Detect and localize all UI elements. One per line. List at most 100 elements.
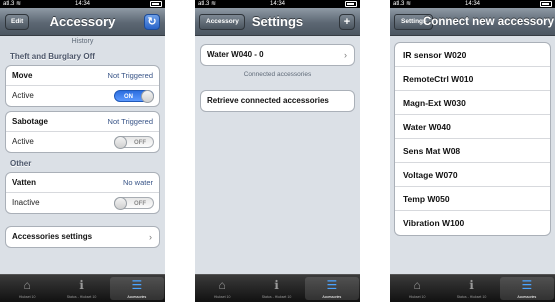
- connect-accessory-screen: atl.3 ≋ 14:34 Settings Connect new acces…: [390, 0, 555, 302]
- vatten-row: Vatten No water: [6, 173, 159, 193]
- connected-accessories-label: Connected accessories: [243, 71, 312, 78]
- list-item-label: IR sensor W020: [403, 50, 467, 60]
- list-item-label: Water W040: [403, 122, 451, 132]
- sabotage-active-row: Active OFF: [6, 132, 159, 152]
- tab-bar: ⌂ Hiukset 10 ℹ Status - Hiukset 10 ☰ Access…: [195, 274, 360, 302]
- refresh-icon: ↻: [147, 16, 157, 28]
- info-icon: ℹ: [79, 278, 84, 292]
- list-item[interactable]: Voltage W070: [395, 163, 550, 187]
- vatten-label: Vatten: [12, 178, 37, 187]
- add-button[interactable]: +: [339, 14, 355, 30]
- home-icon: ⌂: [218, 278, 226, 292]
- list-item-label: Sens Mat W08: [403, 146, 461, 156]
- tab-status[interactable]: ℹ Status - Hiukset 10: [249, 275, 303, 302]
- status-bar: atl.3 ≋ 14:34: [195, 0, 360, 8]
- accessory-list: IR sensor W020 RemoteCtrl W010 Magn-Ext …: [394, 42, 551, 236]
- tab-label: Hiukset 10: [213, 295, 231, 299]
- settings-group: Accessories settings ›: [5, 226, 160, 248]
- tab-bar: ⌂ Hiukset 10 ℹ Status - Hiukset 10 ☰ Access…: [390, 274, 555, 302]
- tab-status[interactable]: ℹ Status - Hiukset 10: [444, 275, 498, 302]
- tab-accessories[interactable]: ☰ Accessories: [304, 277, 359, 300]
- list-item[interactable]: Sens Mat W08: [395, 139, 550, 163]
- list-item[interactable]: Water W040: [395, 115, 550, 139]
- battery-icon: [150, 1, 162, 7]
- tab-label: Accessories: [517, 295, 537, 299]
- section-title-theft: Theft and Burglary Off: [10, 52, 95, 61]
- theft-group: Move Not Triggered Active ON: [5, 65, 160, 107]
- list-item[interactable]: IR sensor W020: [395, 43, 550, 67]
- page-title: Connect new accessory: [422, 16, 555, 28]
- tab-accessories[interactable]: ☰ Accessories: [109, 277, 164, 300]
- settings-screen: atl.3 ≋ 14:34 Accessory Settings + Water…: [195, 0, 360, 302]
- list-item-label: Temp W050: [403, 194, 450, 204]
- tab-label: Status - Hiukset 10: [66, 295, 97, 299]
- toggle-text: OFF: [134, 201, 146, 207]
- page-title: Settings: [251, 14, 304, 29]
- accessory-screen: atl.3 ≋ 14:34 Edit Accessory ↻ History T…: [0, 0, 165, 302]
- accessories-settings-row[interactable]: Accessories settings ›: [6, 227, 159, 247]
- list-item[interactable]: Vibration W100: [395, 211, 550, 235]
- list-item-label: RemoteCtrl W010: [403, 74, 474, 84]
- battery-icon: [540, 1, 552, 7]
- page-title: Accessory: [49, 14, 116, 29]
- tab-label: Accessories: [127, 295, 147, 299]
- info-icon: ℹ: [469, 278, 474, 292]
- tab-home[interactable]: ⌂ Hiukset 10: [0, 275, 54, 302]
- other-group: Vatten No water Inactive OFF: [5, 172, 160, 214]
- list-item[interactable]: Temp W050: [395, 187, 550, 211]
- nav-bar: Edit Accessory ↻: [0, 8, 165, 36]
- chevron-right-icon: ›: [149, 232, 152, 242]
- tab-label: Hiukset 10: [408, 295, 426, 299]
- refresh-button[interactable]: ↻: [144, 14, 160, 30]
- section-title-other: Other: [10, 159, 32, 168]
- home-icon: ⌂: [413, 278, 421, 292]
- sabotage-label: Sabotage: [12, 117, 49, 126]
- tab-label: Status - Hiukset 10: [456, 295, 487, 299]
- list-icon: ☰: [326, 278, 338, 292]
- tab-label: Status - Hiukset 10: [261, 295, 292, 299]
- tab-accessories[interactable]: ☰ Accessories: [499, 277, 554, 300]
- device-row[interactable]: Water W040 - 0 ›: [201, 45, 354, 65]
- list-item[interactable]: RemoteCtrl W010: [395, 67, 550, 91]
- chevron-right-icon: ›: [344, 50, 347, 60]
- battery-icon: [345, 1, 357, 7]
- sabotage-group: Sabotage Not Triggered Active OFF: [5, 111, 160, 153]
- list-icon: ☰: [131, 278, 143, 292]
- tab-bar: ⌂ Hiukset 10 ℹ Status - Hiukset 10 ☰ Access…: [0, 274, 165, 302]
- accessories-settings-label: Accessories settings: [12, 232, 93, 241]
- device-label: Water W040 - 0: [207, 50, 264, 59]
- toggle-knob: [141, 90, 154, 103]
- vatten-active-label: Inactive: [12, 198, 40, 207]
- vatten-status: No water: [122, 178, 153, 187]
- move-active-toggle[interactable]: ON: [114, 90, 154, 103]
- move-label: Move: [12, 71, 33, 80]
- nav-bar: Accessory Settings +: [195, 8, 360, 36]
- sabotage-active-toggle[interactable]: OFF: [114, 136, 154, 149]
- list-item[interactable]: Magn-Ext W030: [395, 91, 550, 115]
- toggle-knob: [114, 197, 127, 210]
- move-active-row: Active ON: [6, 86, 159, 106]
- status-bar: atl.3 ≋ 14:34: [390, 0, 555, 8]
- vatten-active-row: Inactive OFF: [6, 193, 159, 213]
- status-time: 14:34: [464, 1, 480, 7]
- toggle-knob: [114, 136, 127, 149]
- history-link[interactable]: History: [0, 37, 165, 47]
- list-icon: ☰: [521, 278, 533, 292]
- retrieve-group: Retrieve connected accessories: [200, 90, 355, 112]
- list-item-label: Magn-Ext W030: [403, 98, 466, 108]
- retrieve-row[interactable]: Retrieve connected accessories: [201, 91, 354, 111]
- status-time: 14:34: [74, 1, 90, 7]
- vatten-active-toggle[interactable]: OFF: [114, 197, 154, 210]
- list-item-label: Voltage W070: [403, 170, 458, 180]
- toggle-text: ON: [124, 94, 133, 100]
- sabotage-status: Not Triggered: [107, 117, 153, 126]
- status-time: 14:34: [269, 1, 285, 7]
- tab-label: Accessories: [322, 295, 342, 299]
- tab-status[interactable]: ℹ Status - Hiukset 10: [54, 275, 108, 302]
- retrieve-label: Retrieve connected accessories: [207, 96, 329, 105]
- tab-home[interactable]: ⌂ Hiukset 10: [390, 275, 444, 302]
- status-bar: atl.3 ≋ 14:34: [0, 0, 165, 8]
- sabotage-active-label: Active: [12, 137, 34, 146]
- device-group: Water W040 - 0 ›: [200, 44, 355, 66]
- tab-home[interactable]: ⌂ Hiukset 10: [195, 275, 249, 302]
